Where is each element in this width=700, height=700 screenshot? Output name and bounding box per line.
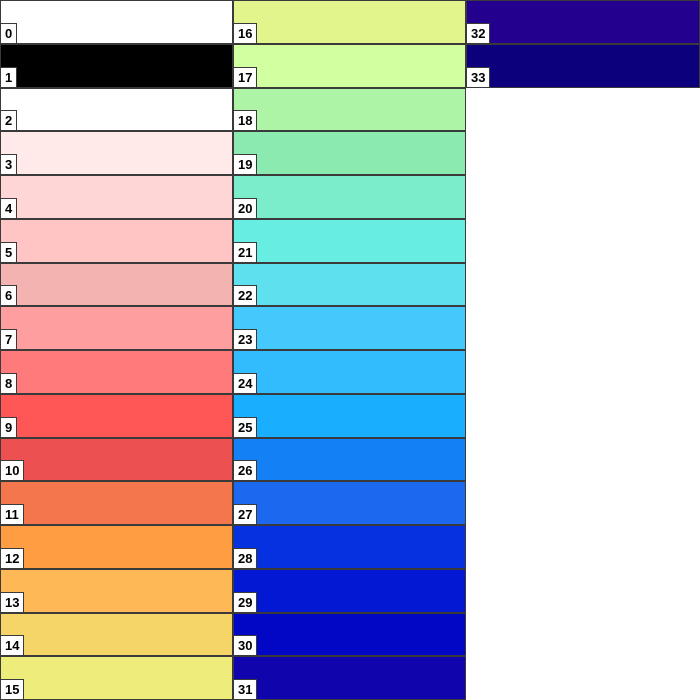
- swatch-index-label: 3: [1, 154, 18, 174]
- color-swatch-22: 22: [233, 263, 466, 306]
- color-swatch-30: 30: [233, 613, 466, 656]
- swatch-index-label: 13: [1, 592, 25, 612]
- swatch-index-label: 30: [234, 635, 258, 655]
- color-swatch-10: 10: [0, 438, 233, 481]
- swatch-index-label: 23: [234, 329, 258, 349]
- swatch-index-label: 10: [1, 460, 25, 480]
- color-swatch-28: 28: [233, 525, 466, 569]
- color-swatch-5: 5: [0, 219, 233, 263]
- swatch-index-label: 12: [1, 548, 25, 568]
- swatch-index-label: 9: [1, 417, 18, 437]
- swatch-index-label: 32: [467, 23, 491, 43]
- swatch-index-label: 8: [1, 373, 18, 393]
- color-swatch-0: 0: [0, 0, 233, 44]
- swatch-index-label: 22: [234, 285, 258, 305]
- color-palette: 0 1 2 3 4 5 6 7 8 9 10 11 12 13 14 15 16 17 18 19 20 21 22 23 24…: [0, 0, 700, 700]
- color-swatch-15: 15: [0, 656, 233, 700]
- swatch-index-label: 15: [1, 679, 25, 699]
- swatch-index-label: 31: [234, 679, 258, 699]
- color-swatch-4: 4: [0, 175, 233, 219]
- swatch-index-label: 25: [234, 417, 258, 437]
- swatch-index-label: 6: [1, 285, 18, 305]
- swatch-index-label: 0: [1, 23, 18, 43]
- color-swatch-19: 19: [233, 131, 466, 175]
- swatch-index-label: 16: [234, 23, 258, 43]
- swatch-index-label: 29: [234, 592, 258, 612]
- color-swatch-12: 12: [0, 525, 233, 569]
- swatch-index-label: 1: [1, 67, 18, 87]
- color-swatch-23: 23: [233, 306, 466, 350]
- swatch-index-label: 24: [234, 373, 258, 393]
- color-swatch-18: 18: [233, 88, 466, 131]
- color-swatch-21: 21: [233, 219, 466, 263]
- swatch-index-label: 19: [234, 154, 258, 174]
- swatch-index-label: 4: [1, 198, 18, 218]
- color-swatch-25: 25: [233, 394, 466, 438]
- swatch-index-label: 26: [234, 460, 258, 480]
- swatch-index-label: 18: [234, 110, 258, 130]
- swatch-index-label: 7: [1, 329, 18, 349]
- swatch-index-label: 11: [1, 504, 24, 524]
- color-swatch-33: 33: [466, 44, 700, 88]
- color-swatch-9: 9: [0, 394, 233, 438]
- color-swatch-31: 31: [233, 656, 466, 700]
- color-swatch-8: 8: [0, 350, 233, 394]
- color-swatch-13: 13: [0, 569, 233, 613]
- color-swatch-16: 16: [233, 0, 466, 44]
- swatch-index-label: 2: [1, 110, 18, 130]
- swatch-index-label: 33: [467, 67, 491, 87]
- color-swatch-2: 2: [0, 88, 233, 131]
- color-swatch-7: 7: [0, 306, 233, 350]
- color-swatch-1: 1: [0, 44, 233, 88]
- color-swatch-24: 24: [233, 350, 466, 394]
- color-swatch-17: 17: [233, 44, 466, 88]
- color-swatch-27: 27: [233, 481, 466, 525]
- swatch-index-label: 5: [1, 242, 18, 262]
- color-swatch-11: 11: [0, 481, 233, 525]
- swatch-index-label: 28: [234, 548, 258, 568]
- color-swatch-6: 6: [0, 263, 233, 306]
- swatch-index-label: 14: [1, 635, 25, 655]
- color-swatch-32: 32: [466, 0, 700, 44]
- swatch-index-label: 20: [234, 198, 258, 218]
- swatch-index-label: 17: [234, 67, 258, 87]
- color-swatch-29: 29: [233, 569, 466, 613]
- color-swatch-26: 26: [233, 438, 466, 481]
- color-swatch-14: 14: [0, 613, 233, 656]
- color-swatch-3: 3: [0, 131, 233, 175]
- color-swatch-20: 20: [233, 175, 466, 219]
- swatch-index-label: 27: [234, 504, 258, 524]
- swatch-index-label: 21: [234, 242, 258, 262]
